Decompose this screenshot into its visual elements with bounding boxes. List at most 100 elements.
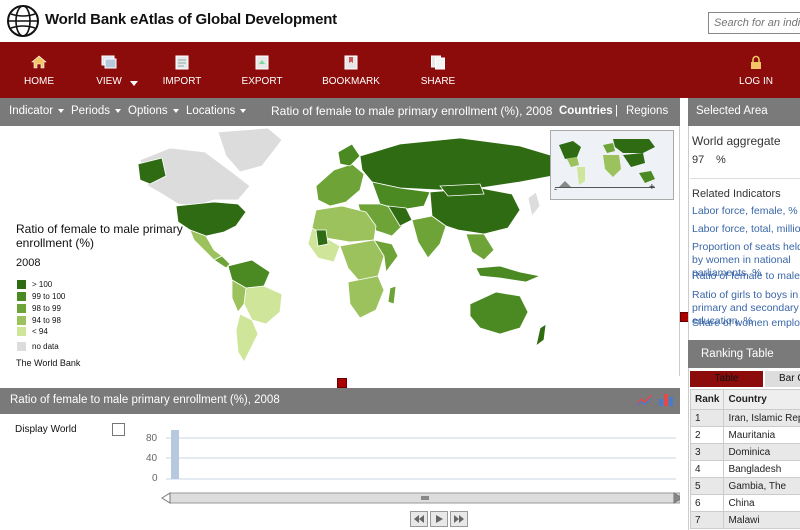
map-region-japan[interactable] <box>527 191 541 217</box>
slider-grip-icon[interactable] <box>421 496 429 500</box>
import-button[interactable]: IMPORT <box>162 42 202 98</box>
country-cell: Gambia, The <box>723 477 800 495</box>
export-label: EXPORT <box>241 76 283 87</box>
eatlas-app: World Bank eAtlas of Global Development … <box>0 0 800 530</box>
fast-forward-button[interactable] <box>450 511 468 527</box>
rank-cell: 3 <box>689 443 725 461</box>
table-row[interactable]: 1 Iran, Islamic Rep. <box>689 409 800 427</box>
chevron-down-icon <box>172 108 179 113</box>
slider-left-handle[interactable] <box>161 492 171 504</box>
map-region-scandinavia[interactable] <box>337 143 361 167</box>
legend-item: 99 to 100 <box>17 292 65 302</box>
table-row[interactable]: 2 Mauritania <box>689 426 800 444</box>
legend-swatch <box>17 342 26 352</box>
table-row[interactable]: 3 Dominica <box>689 443 800 461</box>
locations-menu[interactable]: Locations <box>186 105 247 117</box>
legend-label: > 100 <box>32 280 53 289</box>
share-label: SHARE <box>420 76 456 87</box>
map-menu-bar: Indicator Periods Options Locations Rati… <box>0 98 680 126</box>
rank-cell: 5 <box>689 477 725 495</box>
import-icon <box>175 55 189 70</box>
legend-item: no data <box>17 342 59 352</box>
login-button[interactable]: LOG IN <box>738 42 774 98</box>
country-cell: Dominica <box>723 443 800 461</box>
map-region-argentina[interactable] <box>235 313 259 363</box>
map-region-mongolia[interactable] <box>439 183 485 197</box>
legend-item: 94 to 98 <box>17 316 61 326</box>
rewind-icon <box>414 515 424 523</box>
related-indicator-link[interactable]: Ratio of female to male secondary <box>692 270 800 283</box>
chevron-down-icon <box>130 81 138 86</box>
table-row[interactable]: 6 China <box>689 494 800 512</box>
timeline-bar[interactable] <box>171 430 179 479</box>
map-region-greenland[interactable] <box>217 127 283 173</box>
bookmark-button[interactable]: BOOKMARK <box>322 42 380 98</box>
import-label: IMPORT <box>162 76 202 87</box>
timeline-panel-header: Ratio of female to male primary enrollme… <box>0 388 680 414</box>
legend-swatch <box>17 292 26 302</box>
tab-regions[interactable]: Regions <box>626 105 668 117</box>
legend-label: 98 to 99 <box>32 304 61 313</box>
line-chart-icon[interactable] <box>636 393 652 407</box>
play-icon <box>436 515 443 523</box>
map-region-indonesia[interactable] <box>475 265 542 283</box>
share-icon <box>431 55 445 70</box>
legend-item: < 94 <box>17 327 48 337</box>
fast-forward-icon <box>454 515 464 523</box>
tab-bar-chart[interactable]: Bar Chart <box>765 371 800 387</box>
map-region-europe[interactable] <box>315 163 365 207</box>
column-header-country[interactable]: Country <box>723 389 800 410</box>
overview-minimap[interactable]: - + <box>550 130 674 200</box>
view-button[interactable]: VIEW <box>94 42 124 98</box>
y-tick: 0 <box>152 473 158 484</box>
share-button[interactable]: SHARE <box>420 42 456 98</box>
map-region-madagascar[interactable] <box>387 285 397 305</box>
tab-countries[interactable]: Countries <box>559 105 613 117</box>
export-button[interactable]: EXPORT <box>241 42 283 98</box>
zoom-out-icon[interactable]: - <box>554 184 557 194</box>
main-toolbar: HOME VIEW IMPORT EXPORT BOOKMARK SHARE L… <box>0 42 800 98</box>
zoom-in-icon[interactable]: + <box>649 182 655 193</box>
search-input[interactable] <box>708 12 800 34</box>
table-row[interactable]: 4 Bangladesh <box>689 460 800 478</box>
table-row[interactable]: 7 Malawi <box>689 511 800 529</box>
lock-icon <box>751 55 761 69</box>
related-indicators-list: Labor force, female, % Labor force, tota… <box>688 200 800 334</box>
tab-table[interactable]: Table <box>690 371 763 387</box>
legend-label: no data <box>32 342 59 351</box>
country-cell: Malawi <box>723 511 800 529</box>
home-button[interactable]: HOME <box>22 42 56 98</box>
legend-label: < 94 <box>32 327 48 336</box>
map-region-southeast-asia[interactable] <box>465 233 495 261</box>
rank-cell: 6 <box>689 494 725 512</box>
display-world-checkbox[interactable] <box>112 423 125 436</box>
view-dropdown-button[interactable] <box>128 42 140 98</box>
periods-menu[interactable]: Periods <box>71 105 121 117</box>
related-indicator-link[interactable]: Share of women employed <box>692 317 800 330</box>
bar-chart-icon[interactable] <box>658 392 674 407</box>
map-region-usa[interactable] <box>175 201 247 237</box>
map-region-southern-africa[interactable] <box>347 275 385 319</box>
country-cell: Bangladesh <box>723 460 800 478</box>
options-menu[interactable]: Options <box>128 105 179 117</box>
ranking-table: Rank Country 1 Iran, Islamic Rep. 2 Maurit… <box>689 389 800 529</box>
indicator-menu[interactable]: Indicator <box>9 105 65 117</box>
selected-area-unit: % <box>716 154 726 166</box>
column-header-rank[interactable]: Rank <box>689 389 725 410</box>
vertical-splitter-handle[interactable] <box>337 378 347 388</box>
selected-area-header: Selected Area <box>688 98 800 126</box>
map-region-central-africa[interactable] <box>339 239 385 283</box>
table-row[interactable]: 5 Gambia, The <box>689 477 800 495</box>
legend-year: 2008 <box>16 257 41 269</box>
map-region-new-zealand[interactable] <box>535 323 547 347</box>
play-button[interactable] <box>430 511 448 527</box>
map-region-australia[interactable] <box>469 291 529 335</box>
related-indicator-link[interactable]: Labor force, total, million <box>692 223 800 236</box>
map-region-brazil[interactable] <box>243 285 283 325</box>
map-region-mauritania[interactable] <box>315 229 329 247</box>
rewind-button[interactable] <box>410 511 428 527</box>
related-indicator-link[interactable]: Labor force, female, % <box>692 205 800 218</box>
rank-cell: 2 <box>689 426 725 444</box>
selected-area-value: 97 <box>692 154 705 166</box>
map-region-russia[interactable] <box>359 137 561 191</box>
